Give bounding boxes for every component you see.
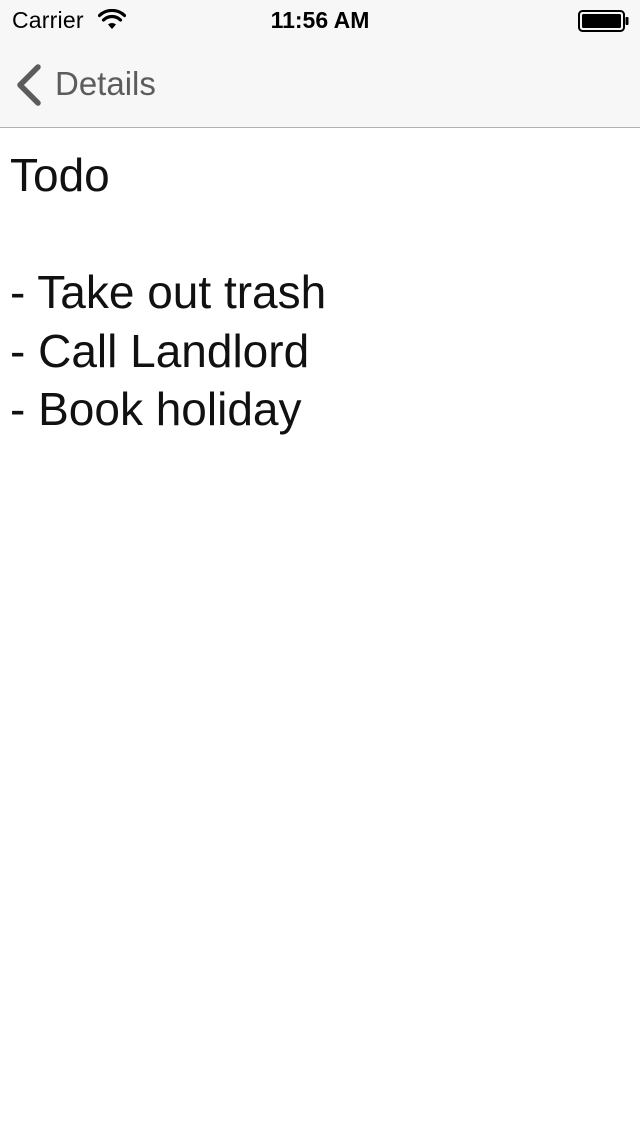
screen: Carrier 11:56 AM Details Todo - Take out… [0, 0, 640, 1136]
chevron-left-icon [14, 64, 42, 106]
battery-full-icon [578, 10, 630, 32]
back-button-label: Details [55, 65, 156, 102]
back-button[interactable]: Details [0, 40, 190, 128]
status-bar: Carrier 11:56 AM [0, 0, 640, 40]
note-line: - Book holiday [10, 383, 302, 435]
note-text-view[interactable]: Todo - Take out trash - Call Landlord - … [10, 146, 630, 439]
status-time: 11:56 AM [270, 7, 370, 33]
note-line: - Call Landlord [10, 324, 310, 377]
note-line [10, 205, 630, 264]
note-line: - Take out trash [10, 266, 327, 318]
note-line: Todo [10, 149, 110, 201]
navigation-bar: Details [0, 40, 640, 128]
